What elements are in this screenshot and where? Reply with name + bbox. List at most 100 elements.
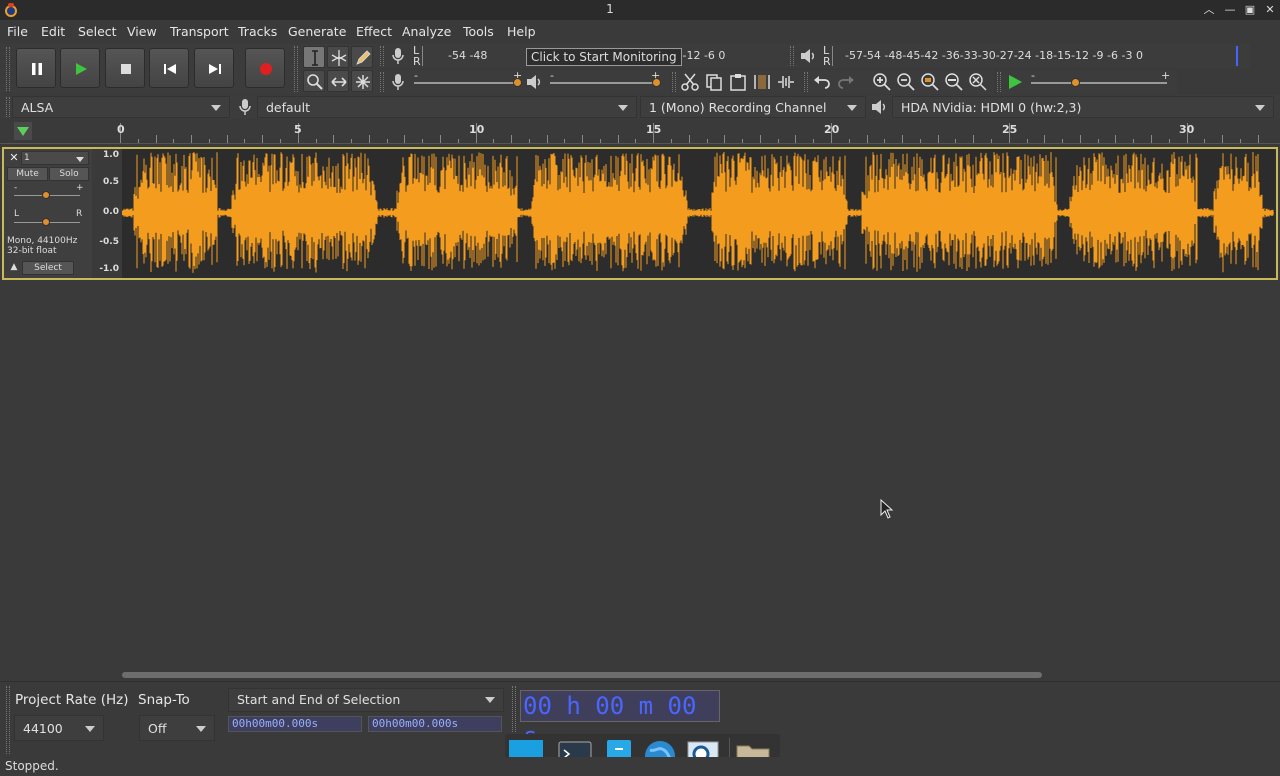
undo-icon[interactable] bbox=[812, 72, 832, 92]
stop-button[interactable] bbox=[105, 48, 145, 88]
toolbar-grip[interactable] bbox=[672, 72, 676, 92]
menu-tools[interactable]: Tools bbox=[463, 24, 494, 39]
menu-file[interactable]: File bbox=[7, 24, 28, 39]
waveform-area[interactable] bbox=[121, 149, 1274, 278]
select-track-button[interactable]: Select bbox=[22, 261, 74, 275]
selection-mode-select[interactable]: Start and End of Selection bbox=[228, 688, 504, 712]
pin-head-icon[interactable] bbox=[14, 122, 32, 140]
record-button[interactable] bbox=[245, 48, 285, 88]
status-text: Stopped. bbox=[5, 759, 59, 773]
menu-transport[interactable]: Transport bbox=[170, 24, 229, 39]
multi-tool[interactable] bbox=[351, 70, 373, 92]
fit-selection-icon[interactable] bbox=[920, 72, 940, 92]
menu-edit[interactable]: Edit bbox=[41, 24, 65, 39]
audio-position-display[interactable]: 00 h 00 m 00 s bbox=[520, 690, 720, 750]
snap-to-value: Off bbox=[148, 721, 167, 736]
playback-meter-toolbar: L R -57-54 -48-45-42 -36-33-30-27-24 -18… bbox=[790, 44, 1250, 68]
i-beam-icon bbox=[312, 50, 318, 66]
project-rate-select[interactable]: 44100 bbox=[14, 715, 104, 741]
microphone-icon[interactable] bbox=[388, 46, 408, 66]
speaker-icon bbox=[872, 100, 886, 114]
play-button[interactable] bbox=[60, 48, 100, 88]
ruler-tick bbox=[279, 139, 281, 143]
microphone-icon bbox=[239, 99, 251, 115]
ruler-tick bbox=[226, 135, 228, 143]
mute-button[interactable]: Mute bbox=[7, 167, 48, 181]
time-shift-tool[interactable] bbox=[327, 70, 349, 92]
envelope-tool[interactable] bbox=[327, 46, 349, 68]
zoom-toggle-icon[interactable] bbox=[968, 72, 988, 92]
cut-icon[interactable] bbox=[680, 72, 700, 92]
toolbar-grip[interactable] bbox=[512, 686, 516, 732]
rec-vol-minus: - bbox=[414, 69, 418, 82]
toolbar-grip[interactable] bbox=[380, 72, 384, 92]
recording-device-select[interactable]: default bbox=[257, 96, 637, 118]
toolbar-grip[interactable] bbox=[294, 46, 298, 92]
maximize-icon[interactable]: ▣ bbox=[1241, 1, 1259, 19]
speaker-icon[interactable] bbox=[798, 46, 818, 66]
pause-button[interactable] bbox=[16, 48, 56, 88]
playback-volume-thumb[interactable] bbox=[652, 78, 661, 87]
device-toolbar: ALSA default 1 (Mono) Recording Channel … bbox=[0, 95, 1280, 119]
ruler-tick bbox=[1026, 139, 1028, 143]
copy-icon[interactable] bbox=[704, 72, 724, 92]
horizontal-scrollbar[interactable] bbox=[0, 669, 1280, 681]
menu-analyze[interactable]: Analyze bbox=[402, 24, 451, 39]
toolbar-grip[interactable] bbox=[6, 97, 10, 117]
microphone-icon bbox=[392, 74, 404, 90]
selection-start-time[interactable]: 00h00m00.000s bbox=[228, 716, 362, 732]
trim-icon[interactable] bbox=[752, 72, 772, 92]
zoom-tool[interactable] bbox=[303, 70, 325, 92]
toolbar-grip[interactable] bbox=[380, 46, 384, 66]
skip-to-end-button[interactable] bbox=[194, 48, 234, 88]
play-at-speed-icon[interactable] bbox=[1005, 72, 1025, 92]
solo-button[interactable]: Solo bbox=[49, 167, 89, 181]
ruler-tick bbox=[386, 139, 388, 143]
audio-host-select[interactable]: ALSA bbox=[12, 96, 230, 118]
recording-volume-thumb[interactable] bbox=[513, 78, 522, 87]
draw-tool[interactable] bbox=[351, 46, 373, 68]
playback-volume-slider[interactable] bbox=[550, 82, 658, 84]
snap-to-select[interactable]: Off bbox=[139, 715, 215, 741]
selection-tool[interactable] bbox=[303, 46, 325, 68]
menu-generate[interactable]: Generate bbox=[288, 24, 346, 39]
ruler-label: 20 bbox=[824, 123, 840, 136]
vertical-amplitude-ruler[interactable]: 1.0 0.5 0.0 -0.5 -1.0 bbox=[92, 149, 122, 278]
toolbar-grip[interactable] bbox=[790, 46, 794, 66]
playback-speed-slider[interactable] bbox=[1031, 82, 1167, 84]
gain-thumb[interactable] bbox=[42, 191, 50, 199]
timeline-ruler[interactable]: 0 5 10 15 20 25 30 bbox=[0, 119, 1280, 144]
collapse-track-icon[interactable]: ▲ bbox=[7, 262, 21, 274]
toolbar-grip[interactable] bbox=[6, 686, 10, 754]
menu-help[interactable]: Help bbox=[507, 24, 536, 39]
recording-volume-slider[interactable] bbox=[414, 82, 519, 84]
recording-device-value: default bbox=[266, 100, 310, 115]
menu-effect[interactable]: Effect bbox=[356, 24, 392, 39]
menu-select[interactable]: Select bbox=[78, 24, 117, 39]
paste-icon[interactable] bbox=[728, 72, 748, 92]
minimize-icon[interactable]: — bbox=[1221, 1, 1239, 19]
fit-project-icon[interactable] bbox=[944, 72, 964, 92]
toolbar-grip[interactable] bbox=[6, 47, 10, 91]
selection-end-time[interactable]: 00h00m00.000s bbox=[368, 716, 502, 732]
menu-view[interactable]: View bbox=[127, 24, 157, 39]
toolbar-grip[interactable] bbox=[804, 72, 808, 92]
close-track-icon[interactable]: ✕ bbox=[7, 151, 21, 165]
silence-icon[interactable] bbox=[776, 72, 796, 92]
skip-to-start-button[interactable] bbox=[149, 48, 189, 88]
zoom-out-icon[interactable] bbox=[896, 72, 916, 92]
recording-channels-select[interactable]: 1 (Mono) Recording Channel bbox=[640, 96, 866, 118]
chevron-up-icon[interactable]: ︿ bbox=[1200, 1, 1218, 19]
close-icon[interactable]: ✕ bbox=[1261, 1, 1279, 19]
pan-thumb[interactable] bbox=[42, 218, 50, 226]
zoom-in-icon[interactable] bbox=[872, 72, 892, 92]
ruler-tick bbox=[635, 139, 637, 143]
toolbar-grip[interactable] bbox=[997, 72, 1001, 92]
menu-tracks[interactable]: Tracks bbox=[238, 24, 277, 39]
track-name-menu[interactable]: 1 bbox=[21, 151, 89, 165]
playback-speed-thumb[interactable] bbox=[1071, 78, 1080, 87]
redo-icon[interactable] bbox=[836, 72, 856, 92]
tools-toolbar bbox=[294, 44, 380, 94]
playback-device-select[interactable]: HDA NVidia: HDMI 0 (hw:2,3) bbox=[892, 96, 1274, 118]
scrollbar-thumb[interactable] bbox=[122, 672, 1042, 678]
